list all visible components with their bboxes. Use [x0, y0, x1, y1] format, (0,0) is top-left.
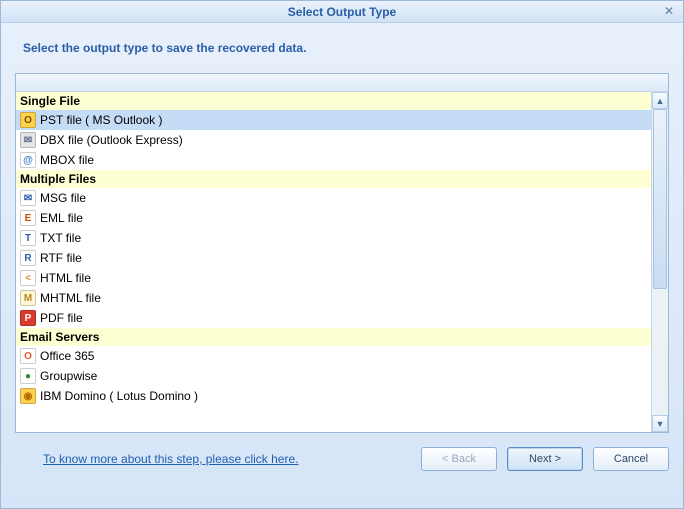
scroll-thumb[interactable] — [653, 109, 667, 289]
window-title: Select Output Type — [1, 5, 683, 19]
group-header: Email Servers — [16, 328, 651, 346]
pdf-icon: P — [20, 310, 36, 326]
dialog-window: Select Output Type ✕ Select the output t… — [0, 0, 684, 509]
pst-icon: O — [20, 112, 36, 128]
help-link[interactable]: To know more about this step, please cli… — [43, 452, 298, 466]
list-item-label: MBOX file — [40, 153, 94, 167]
list-item[interactable]: O PST file ( MS Outlook ) — [16, 110, 651, 130]
mhtml-icon: M — [20, 290, 36, 306]
list-item[interactable]: M MHTML file — [16, 288, 651, 308]
list-column-header[interactable] — [16, 74, 668, 92]
footer: To know more about this step, please cli… — [1, 433, 683, 485]
office365-icon: O — [20, 348, 36, 364]
vertical-scrollbar[interactable]: ▲ ▼ — [651, 92, 668, 432]
group-header: Single File — [16, 92, 651, 110]
list-item-label: TXT file — [40, 231, 81, 245]
list-body: Single File O PST file ( MS Outlook ) ✉ DBX … — [16, 92, 668, 432]
domino-icon: ◉ — [20, 388, 36, 404]
list-item[interactable]: ● Groupwise — [16, 366, 651, 386]
list-item[interactable]: R RTF file — [16, 248, 651, 268]
list-item-label: PST file ( MS Outlook ) — [40, 113, 162, 127]
list-item[interactable]: P PDF file — [16, 308, 651, 328]
output-type-listbox: Single File O PST file ( MS Outlook ) ✉ DBX … — [15, 73, 669, 433]
scroll-down-button[interactable]: ▼ — [652, 415, 668, 432]
list-item-label: MHTML file — [40, 291, 101, 305]
rtf-icon: R — [20, 250, 36, 266]
groupwise-icon: ● — [20, 368, 36, 384]
list-item[interactable]: ✉ MSG file — [16, 188, 651, 208]
back-button[interactable]: < Back — [421, 447, 497, 471]
list-item[interactable]: E EML file — [16, 208, 651, 228]
list-item-label: EML file — [40, 211, 83, 225]
mbox-icon: @ — [20, 152, 36, 168]
msg-icon: ✉ — [20, 190, 36, 206]
html-icon: < — [20, 270, 36, 286]
list-item-label: PDF file — [40, 311, 83, 325]
dbx-icon: ✉ — [20, 132, 36, 148]
group-header: Multiple Files — [16, 170, 651, 188]
list-item-label: IBM Domino ( Lotus Domino ) — [40, 389, 198, 403]
list-item[interactable]: ◉ IBM Domino ( Lotus Domino ) — [16, 386, 651, 406]
list-item[interactable]: T TXT file — [16, 228, 651, 248]
list-content: Single File O PST file ( MS Outlook ) ✉ DBX … — [16, 92, 651, 432]
list-item[interactable]: < HTML file — [16, 268, 651, 288]
txt-icon: T — [20, 230, 36, 246]
scroll-track[interactable] — [652, 109, 668, 415]
list-item-label: HTML file — [40, 271, 91, 285]
list-item[interactable]: O Office 365 — [16, 346, 651, 366]
list-item[interactable]: @ MBOX file — [16, 150, 651, 170]
scroll-up-button[interactable]: ▲ — [652, 92, 668, 109]
instruction-text: Select the output type to save the recov… — [1, 23, 683, 73]
list-item[interactable]: ✉ DBX file (Outlook Express) — [16, 130, 651, 150]
list-item-label: RTF file — [40, 251, 82, 265]
eml-icon: E — [20, 210, 36, 226]
list-item-label: MSG file — [40, 191, 86, 205]
close-icon[interactable]: ✕ — [661, 4, 677, 18]
list-item-label: Groupwise — [40, 369, 97, 383]
titlebar: Select Output Type ✕ — [1, 1, 683, 23]
next-button[interactable]: Next > — [507, 447, 583, 471]
list-item-label: Office 365 — [40, 349, 94, 363]
cancel-button[interactable]: Cancel — [593, 447, 669, 471]
client-area: Select the output type to save the recov… — [1, 23, 683, 508]
list-item-label: DBX file (Outlook Express) — [40, 133, 183, 147]
